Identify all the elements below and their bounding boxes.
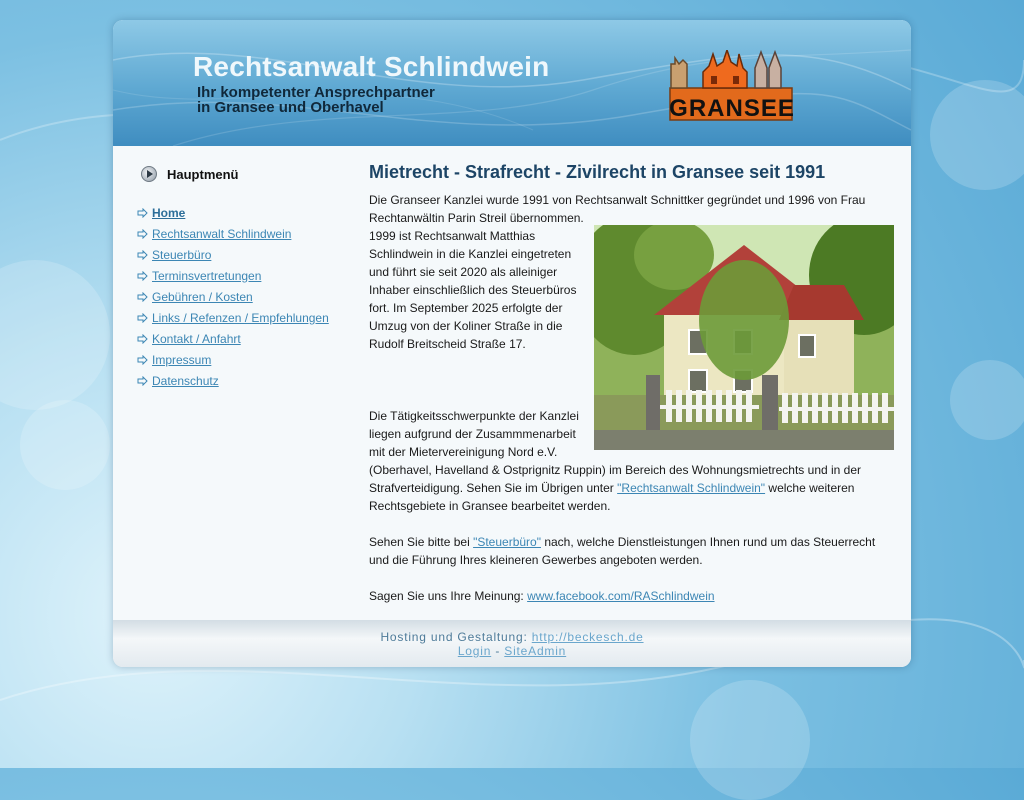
login-link[interactable]: Login bbox=[458, 644, 491, 658]
menu-link-datenschutz[interactable]: Datenschutz bbox=[152, 374, 219, 388]
gransee-logo: GRANSEE bbox=[669, 50, 795, 122]
menu-link-gebuehren[interactable]: Gebühren / Kosten bbox=[152, 290, 253, 304]
menu-link-home[interactable]: Home bbox=[152, 206, 185, 220]
tax-line-2: und die Führung Ihres kleineren Gewerbes… bbox=[369, 553, 703, 567]
menu-arrow-icon bbox=[137, 228, 148, 239]
hosting-link[interactable]: http://beckesch.de bbox=[532, 630, 644, 644]
menu-item-impressum: Impressum bbox=[137, 349, 357, 370]
menu-item-datenschutz: Datenschutz bbox=[137, 370, 357, 391]
menu-link-steuerbuero[interactable]: Steuerbüro bbox=[152, 248, 211, 262]
menu-item-gebuehren: Gebühren / Kosten bbox=[137, 286, 357, 307]
intro-line-1: Die Granseer Kanzlei wurde 1991 von Rech… bbox=[369, 193, 866, 207]
tax-line: Sehen Sie bitte bei "Steuerbüro" nach, w… bbox=[369, 533, 899, 551]
menu-arrow-icon bbox=[137, 312, 148, 323]
tax-text: Sehen Sie bitte bei bbox=[369, 535, 474, 549]
focus-line: Rechtsgebiete in Gransee bearbeitet werd… bbox=[369, 499, 611, 513]
menu-link-terminsvertretungen[interactable]: Terminsvertretungen bbox=[152, 269, 261, 283]
footer-admin-links: Login - SiteAdmin bbox=[113, 644, 911, 658]
menu-link-links[interactable]: Links / Refenzen / Empfehlungen bbox=[152, 311, 329, 325]
menu-item-terminsvertretungen: Terminsvertretungen bbox=[137, 265, 357, 286]
menu-header: Hauptmenü bbox=[137, 164, 357, 184]
menu-bullet-icon bbox=[141, 166, 157, 182]
site-header: Rechtsanwalt Schlindwein Ihr kompetenter… bbox=[113, 20, 911, 146]
rechtsanwalt-link[interactable]: "Rechtsanwalt Schlindwein" bbox=[617, 481, 765, 495]
sidebar: Hauptmenü Home Rechtsanwalt Schlindwein … bbox=[137, 164, 357, 391]
page-heading: Mietrecht - Strafrecht - Zivilrecht in G… bbox=[369, 162, 826, 182]
tagline-line-1: Ihr kompetenter Ansprechpartner bbox=[197, 84, 435, 101]
tax-text: nach, welche Dienstleistungen Ihnen rund… bbox=[540, 535, 876, 549]
focus-text: welche weiteren bbox=[765, 481, 855, 495]
opinion-line: Sagen Sie uns Ihre Meinung: www.facebook… bbox=[369, 587, 899, 605]
content-area: Hauptmenü Home Rechtsanwalt Schlindwein … bbox=[113, 146, 911, 620]
page-container: Rechtsanwalt Schlindwein Ihr kompetenter… bbox=[113, 20, 911, 667]
menu-arrow-icon bbox=[137, 291, 148, 302]
footer-separator: - bbox=[491, 644, 505, 658]
menu-link-rechtsanwalt[interactable]: Rechtsanwalt Schlindwein bbox=[152, 227, 291, 241]
menu-arrow-icon bbox=[137, 207, 148, 218]
logo-lettering: GRANSEE bbox=[669, 95, 795, 122]
focus-line-with-link: Strafverteidigung. Sehen Sie im Übrigen … bbox=[369, 479, 899, 497]
focus-text: Strafverteidigung. Sehen Sie im Übrigen … bbox=[369, 481, 618, 495]
hosting-text: Hosting und Gestaltung: bbox=[380, 630, 532, 644]
menu-arrow-icon bbox=[137, 249, 148, 260]
menu-arrow-icon bbox=[137, 333, 148, 344]
menu-arrow-icon bbox=[137, 270, 148, 281]
menu-title: Hauptmenü bbox=[167, 166, 239, 182]
opinion-text: Sagen Sie uns Ihre Meinung: bbox=[369, 589, 528, 603]
menu-item-home: Home bbox=[137, 202, 357, 223]
menu-item-links: Links / Refenzen / Empfehlungen bbox=[137, 307, 357, 328]
steuerbuero-link[interactable]: "Steuerbüro" bbox=[473, 535, 541, 549]
menu-arrow-icon bbox=[137, 354, 148, 365]
site-footer: Hosting und Gestaltung: http://beckesch.… bbox=[113, 620, 911, 667]
menu-link-impressum[interactable]: Impressum bbox=[152, 353, 211, 367]
menu-item-kontakt: Kontakt / Anfahrt bbox=[137, 328, 357, 349]
footer-hosting: Hosting und Gestaltung: http://beckesch.… bbox=[113, 630, 911, 644]
facebook-link[interactable]: www.facebook.com/RASchlindwein bbox=[527, 589, 714, 603]
focus-line: (Oberhavel, Havelland & Ostprignitz Rupp… bbox=[369, 463, 862, 477]
main-content: Mietrecht - Strafrecht - Zivilrecht in G… bbox=[369, 162, 899, 605]
site-title: Rechtsanwalt Schlindwein bbox=[193, 51, 550, 82]
office-building-photo bbox=[594, 225, 894, 450]
main-menu: Home Rechtsanwalt Schlindwein Steuerbüro… bbox=[137, 202, 357, 391]
menu-arrow-icon bbox=[137, 375, 148, 386]
tagline-line-2: in Gransee und Oberhavel bbox=[197, 99, 384, 116]
site-tagline: Ihr kompetenter Ansprechpartner in Grans… bbox=[197, 85, 435, 115]
menu-link-kontakt[interactable]: Kontakt / Anfahrt bbox=[152, 332, 241, 346]
menu-item-steuerbuero: Steuerbüro bbox=[137, 244, 357, 265]
siteadmin-link[interactable]: SiteAdmin bbox=[504, 644, 566, 658]
menu-item-rechtsanwalt: Rechtsanwalt Schlindwein bbox=[137, 223, 357, 244]
